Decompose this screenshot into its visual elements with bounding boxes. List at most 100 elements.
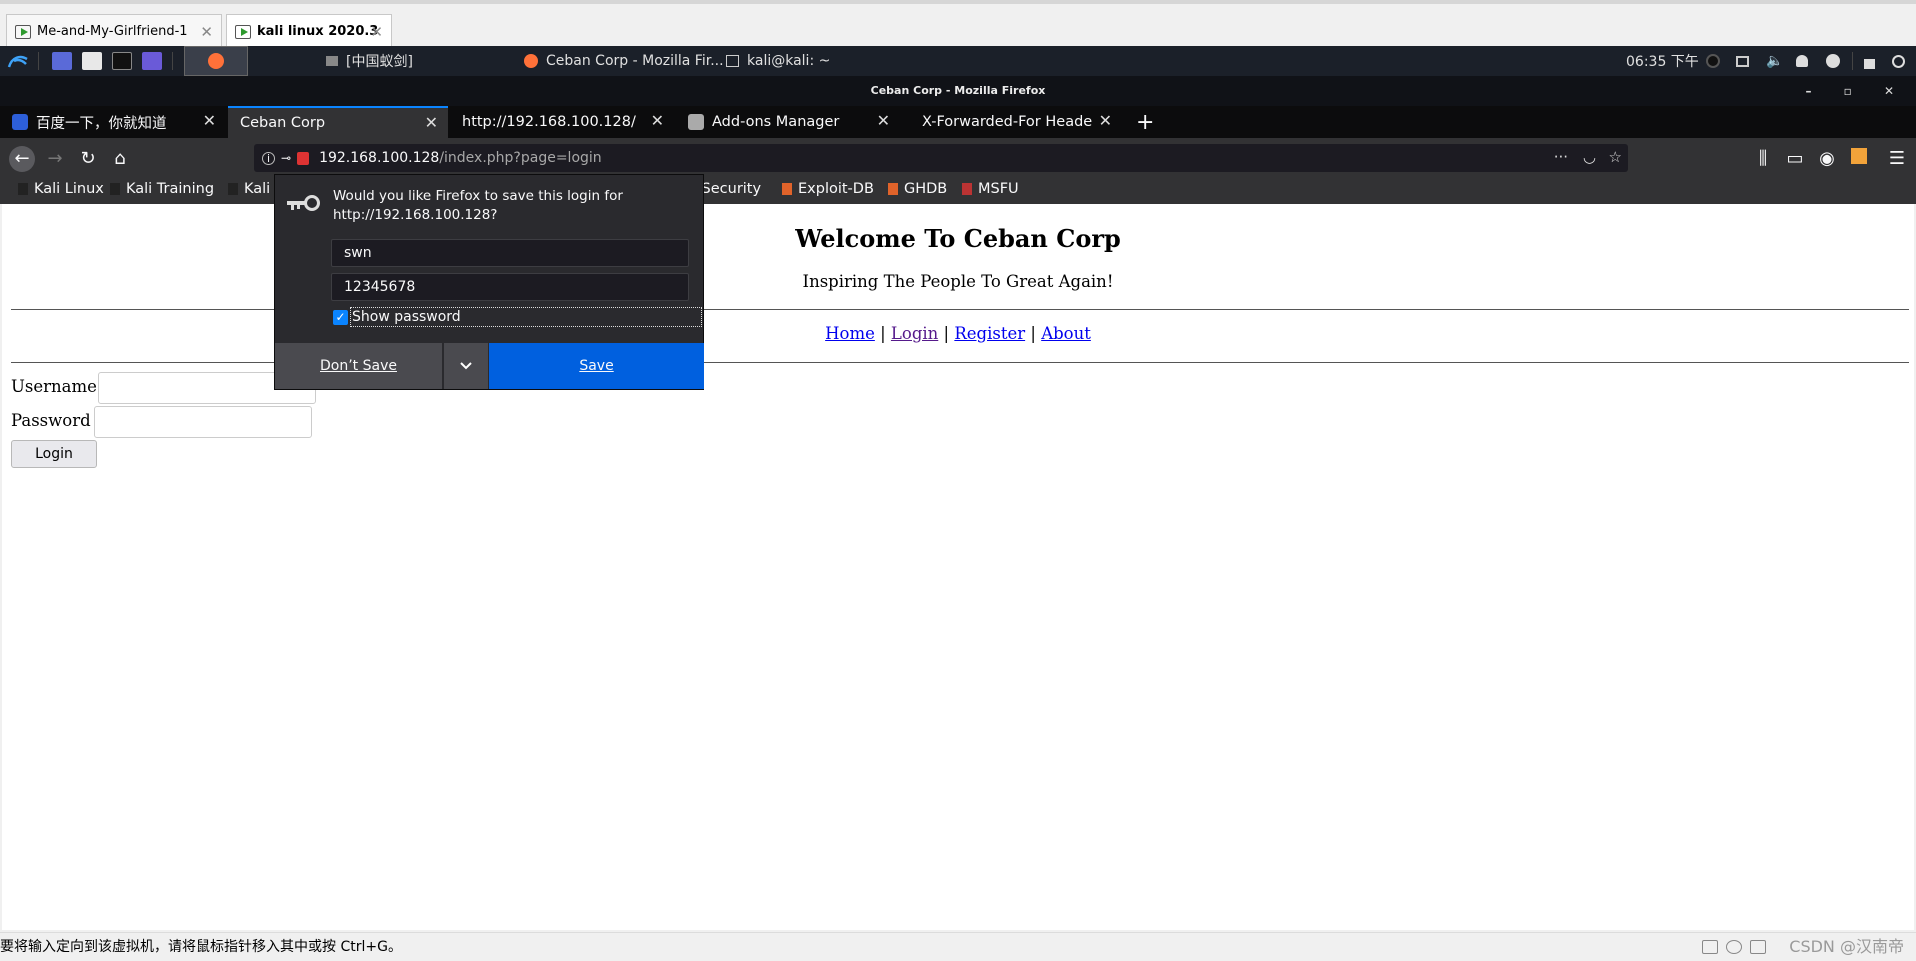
save-login-doorhanger: Would you like Firefox to save this logi… [274,174,704,390]
bookmark-kali[interactable]: Kali [228,181,270,197]
close-icon[interactable]: ✕ [1099,111,1112,130]
library-icon[interactable]: ⫼ [1750,146,1776,172]
dont-save-button[interactable]: Don’t Save [275,343,442,389]
window-icon [326,56,338,66]
show-password-checkbox[interactable]: ✓ Show password [333,307,702,327]
terminal-icon [726,55,739,67]
forward-button[interactable]: → [42,146,68,172]
nav-separator: | [1030,324,1036,343]
save-login-message: Would you like Firefox to save this logi… [333,188,623,223]
close-icon[interactable]: ✕ [877,111,890,130]
lock-icon[interactable] [1864,46,1875,76]
firefox-title-bar: Ceban Corp - Mozilla Firefox – ▫ ✕ [0,76,1916,106]
bookmark-msfu[interactable]: MSFU [962,181,1019,197]
url-bar[interactable]: i ⊸ 192.168.100.128 /index.php?page=logi… [254,144,1628,172]
close-icon[interactable]: ✕ [651,111,664,130]
username-label: Username [11,377,97,396]
vmware-status-bar: 要将输入定向到该虚拟机，请将鼠标指针移入其中或按 Ctrl+G。 CSDN @汉… [0,932,1916,960]
task-label: kali@kali: ~ [747,53,831,69]
close-icon[interactable]: ✕ [200,23,213,41]
insecure-lock-icon[interactable] [297,151,310,165]
extension-ip-icon[interactable] [1846,146,1872,172]
volume-icon[interactable]: 🔈 [1766,46,1783,76]
kali-top-panel: [中国蚁剑] Ceban Corp - Mozilla Fir... kali@… [0,46,1916,76]
kali-icon [110,183,120,195]
bookmark-kali-linux[interactable]: Kali Linux [18,181,104,197]
tab-xff[interactable]: X-Forwarded-For Heade ✕ [902,106,1122,138]
tab-baidu[interactable]: 百度一下，你就知道 ✕ [0,106,226,138]
password-input[interactable] [94,406,312,438]
bookmark-exploit-db[interactable]: Exploit-DB [782,181,874,197]
nav-home-link[interactable]: Home [825,324,875,343]
bookmark-kali-training[interactable]: Kali Training [110,181,214,197]
password-label: Password [11,411,91,430]
menu-icon[interactable]: ☰ [1884,146,1910,172]
checkbox-checked-icon[interactable]: ✓ [333,309,348,325]
firefox-navbar: ← → ↻ ⌂ i ⊸ 192.168.100.128 /index.php?p… [0,138,1916,178]
login-button[interactable]: Login [11,440,97,468]
kali-menu-icon[interactable] [6,46,30,76]
key-icon[interactable]: ⊸ [281,151,291,165]
power-icon[interactable] [1892,46,1905,76]
status-message: 要将输入定向到该虚拟机，请将鼠标指针移入其中或按 Ctrl+G。 [0,939,402,955]
hdd-icon[interactable] [1702,940,1718,954]
clock[interactable]: 06:35 下午 [1626,46,1699,76]
host-tab-kali-linux[interactable]: kali linux 2020.3 ✕ [226,14,392,48]
firefox-launcher-icon[interactable] [184,46,248,76]
tab-label: http://192.168.100.128/ [462,114,636,130]
file-manager-icon[interactable] [82,46,102,76]
pocket-icon[interactable]: ◡ [1583,148,1596,166]
page-actions-icon[interactable]: ··· [1554,148,1568,166]
nav-separator: | [943,324,950,343]
show-password-label[interactable]: Show password [350,307,702,327]
back-button[interactable]: ← [9,146,35,172]
tab-label: X-Forwarded-For Heade [922,114,1093,130]
close-icon[interactable]: ✕ [370,23,383,41]
host-tab-strip: Me-and-My-Girlfriend-1 ✕ kali linux 2020… [0,0,1916,48]
workspace-icon[interactable] [52,46,72,76]
key-icon [285,193,321,217]
update-icon[interactable] [1826,46,1840,76]
bookmark-ghdb[interactable]: GHDB [888,181,947,197]
status-dot-icon[interactable] [1706,46,1720,76]
task-antsword[interactable]: [中国蚁剑] [326,46,413,76]
home-button[interactable]: ⌂ [107,146,133,172]
new-tab-button[interactable]: + [1128,106,1160,138]
bookmark-star-icon[interactable]: ☆ [1609,148,1622,166]
tab-addons[interactable]: Add-ons Manager ✕ [676,106,900,138]
host-tab-label: Me-and-My-Girlfriend-1 [37,24,188,39]
nav-about-link[interactable]: About [1041,324,1091,343]
terminal-icon[interactable] [112,46,132,76]
url-host: 192.168.100.128 [319,150,440,166]
sidebar-icon[interactable]: ▭ [1782,146,1808,172]
dropdown-menu-button[interactable] [443,343,488,389]
tab-ip[interactable]: http://192.168.100.128/ ✕ [450,106,674,138]
vm-icon [15,24,31,39]
tab-ceban-corp[interactable]: Ceban Corp ✕ [228,106,448,138]
tab-label: 百度一下，你就知道 [36,115,167,132]
doorhanger-password-field[interactable]: 12345678 [331,273,689,301]
info-icon[interactable]: i [262,151,275,165]
network-icon[interactable] [1750,940,1766,954]
window-controls[interactable]: – ▫ ✕ [1805,76,1908,106]
reload-button[interactable]: ↻ [75,146,101,172]
close-icon[interactable]: ✕ [203,111,216,130]
save-button[interactable]: Save [489,343,704,389]
host-tab-label: kali linux 2020.3 [257,24,379,39]
account-icon[interactable]: ◉ [1814,146,1840,172]
kali-icon [18,183,28,195]
nav-login-link[interactable]: Login [891,324,938,343]
tab-label: Ceban Corp [240,115,326,131]
nav-register-link[interactable]: Register [954,324,1025,343]
task-label: [中国蚁剑] [346,54,413,70]
host-tab-me-and-my-girlfriend[interactable]: Me-and-My-Girlfriend-1 ✕ [6,14,222,48]
notification-icon[interactable] [1796,46,1808,76]
screen-icon[interactable] [1736,46,1749,76]
screen-record-icon[interactable] [142,46,162,76]
cd-icon[interactable] [1726,940,1742,954]
task-firefox[interactable]: Ceban Corp - Mozilla Fir... [524,46,724,76]
baidu-icon [12,114,28,130]
doorhanger-username-field[interactable]: swn [331,239,689,267]
close-icon[interactable]: ✕ [425,113,438,132]
task-terminal[interactable]: kali@kali: ~ [726,46,830,76]
